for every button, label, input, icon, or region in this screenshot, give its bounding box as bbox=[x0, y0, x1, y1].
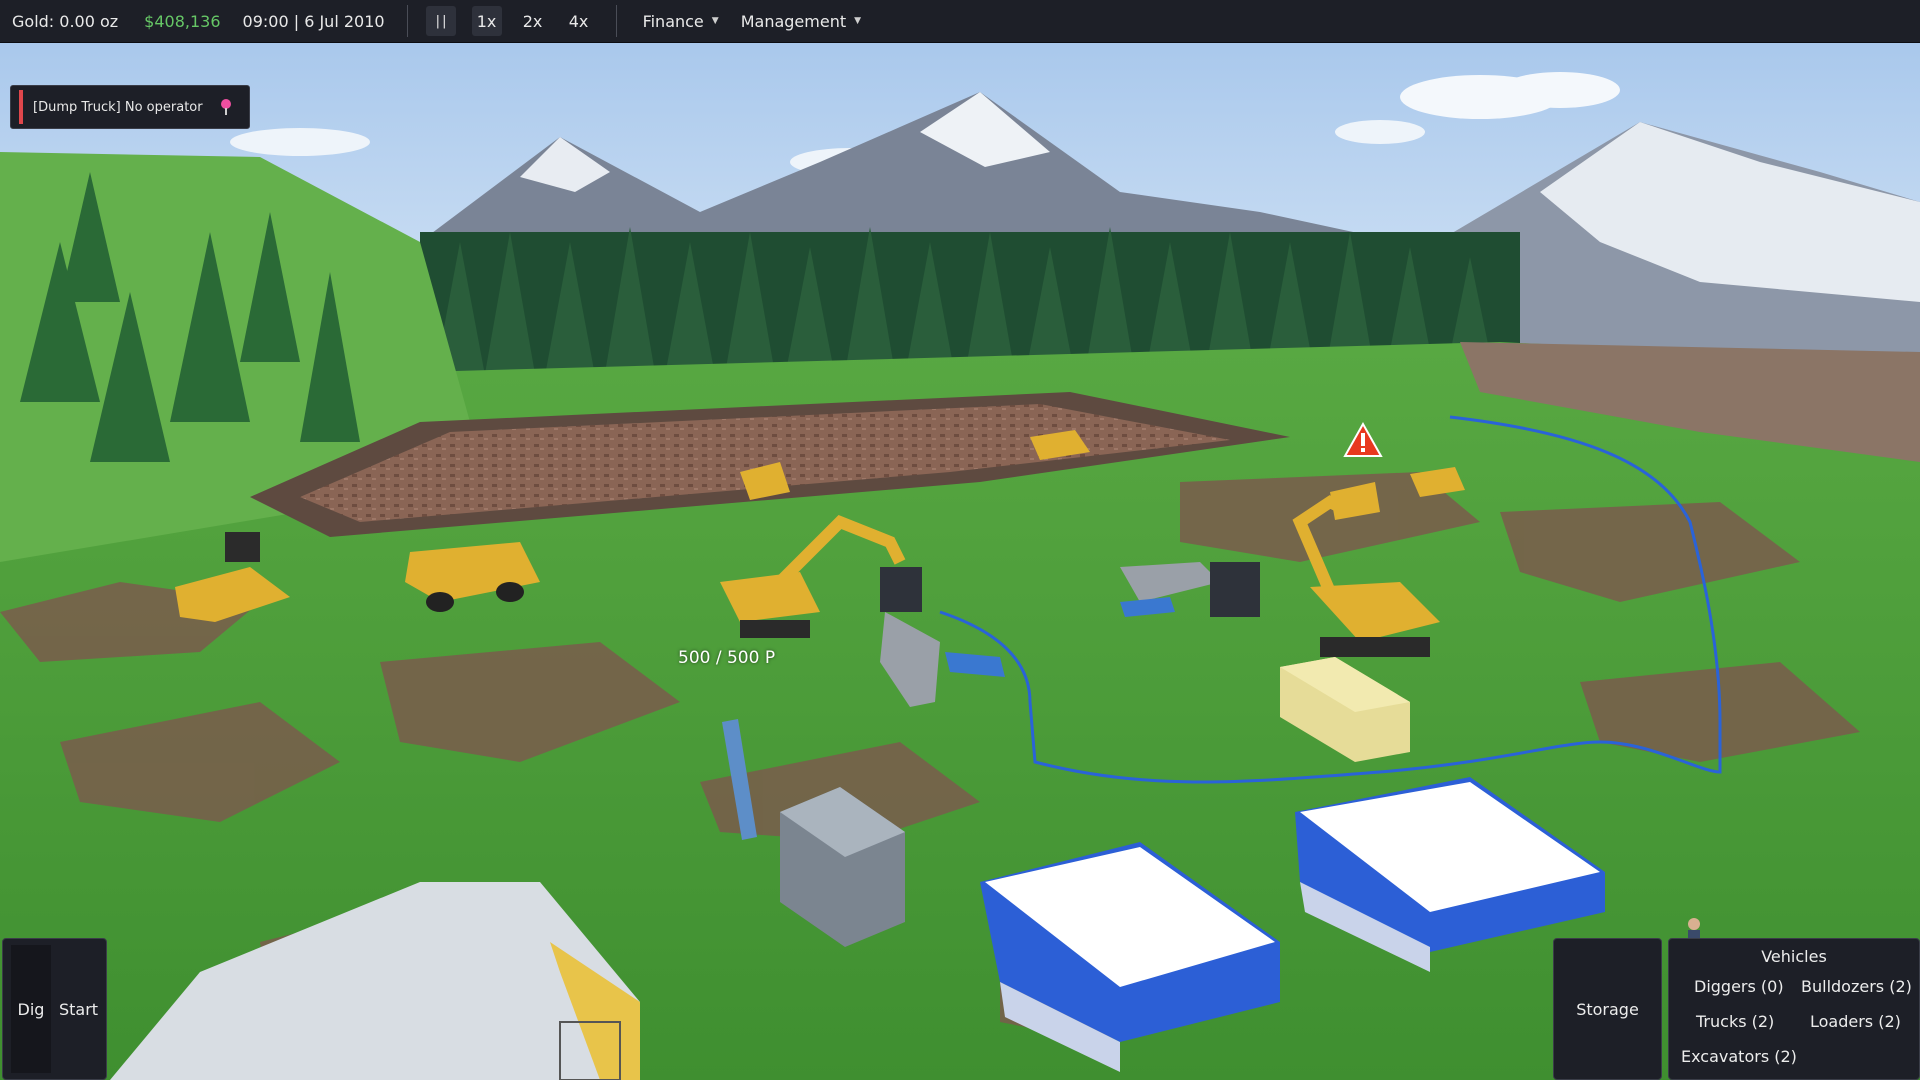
chevron-down-icon: ▼ bbox=[711, 16, 719, 26]
finance-menu-label: Finance bbox=[642, 11, 704, 31]
speed-4x-button[interactable]: 4x bbox=[564, 6, 594, 36]
cloud bbox=[1335, 120, 1425, 144]
cloud bbox=[1500, 72, 1620, 108]
action-panel: Dig Start bbox=[2, 938, 107, 1080]
management-menu[interactable]: Management ▼ bbox=[741, 12, 861, 31]
money-counter: $408,136 bbox=[144, 11, 221, 31]
start-button[interactable]: Start bbox=[51, 945, 106, 1073]
cloud bbox=[230, 128, 370, 156]
divider bbox=[615, 5, 617, 37]
top-bar: Gold: 0.00 oz $408,136 09:00 | 6 Jul 201… bbox=[0, 0, 1920, 43]
storage-capacity-label: 500 / 500 P bbox=[678, 648, 776, 668]
diggers-button[interactable]: Diggers (0) bbox=[1694, 977, 1784, 996]
finance-menu[interactable]: Finance ▼ bbox=[643, 12, 719, 31]
vehicles-title: Vehicles bbox=[1761, 947, 1827, 966]
date-time: 09:00 | 6 Jul 2010 bbox=[242, 11, 385, 31]
management-menu-label: Management bbox=[740, 11, 847, 31]
trucks-button[interactable]: Trucks (2) bbox=[1696, 1012, 1774, 1031]
speed-2x-button[interactable]: 2x bbox=[518, 6, 548, 36]
divider bbox=[406, 5, 408, 37]
pause-button[interactable]: | | bbox=[425, 6, 456, 36]
gold-counter: Gold: 0.00 oz bbox=[12, 11, 119, 31]
world-view[interactable] bbox=[0, 42, 1920, 1080]
notification-text: [Dump Truck] No operator bbox=[33, 99, 203, 115]
game-viewport[interactable]: Gold: 0.00 oz $408,136 09:00 | 6 Jul 201… bbox=[0, 0, 1920, 1080]
speed-1x-button[interactable]: 1x bbox=[471, 6, 502, 36]
locate-pin-icon[interactable] bbox=[221, 99, 231, 115]
bulldozers-button[interactable]: Bulldozers (2) bbox=[1801, 977, 1912, 996]
vehicles-panel: Vehicles Diggers (0) Bulldozers (2) Truc… bbox=[1668, 938, 1920, 1080]
loaders-button[interactable]: Loaders (2) bbox=[1810, 1012, 1901, 1031]
storage-button[interactable]: Storage bbox=[1553, 938, 1662, 1080]
notification-toast[interactable]: [Dump Truck] No operator bbox=[10, 85, 250, 129]
alert-indicator bbox=[19, 90, 23, 124]
chevron-down-icon: ▼ bbox=[854, 16, 862, 26]
storage-label: Storage bbox=[1576, 999, 1639, 1019]
excavators-button[interactable]: Excavators (2) bbox=[1681, 1047, 1797, 1066]
dig-button[interactable]: Dig bbox=[11, 945, 51, 1073]
